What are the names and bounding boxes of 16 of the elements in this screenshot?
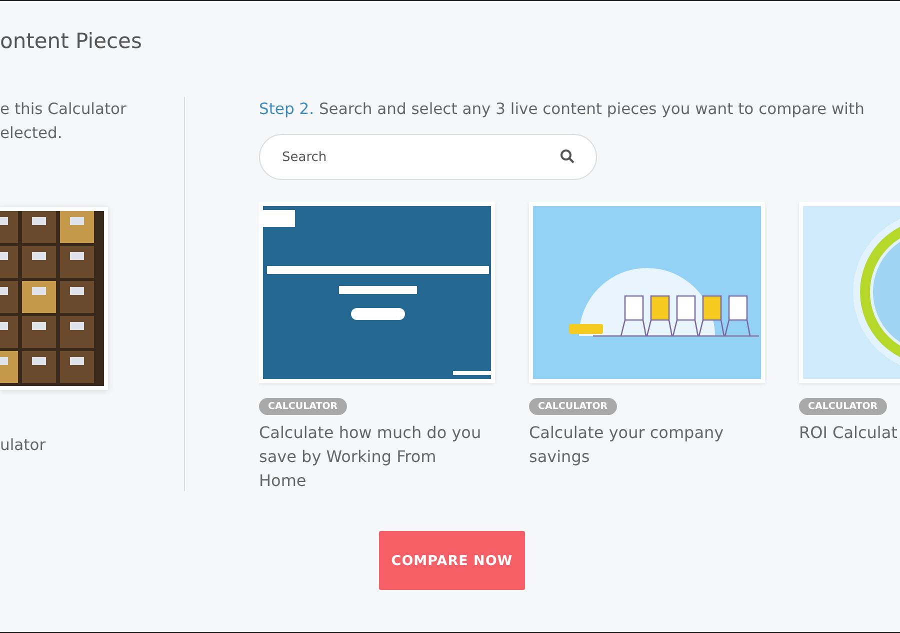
card-title: ulator [0, 436, 46, 454]
page-title: ontent Pieces [0, 29, 143, 55]
compare-button[interactable]: COMPARE NOW [379, 531, 525, 590]
search-field[interactable]: Search [259, 134, 597, 180]
card-title[interactable]: ROI Calculat [799, 421, 900, 445]
card-thumbnail[interactable] [259, 202, 495, 383]
category-tag: CALCULATOR [259, 398, 347, 415]
step-text: e this Calculator [0, 99, 126, 120]
category-tag: CALCULATOR [799, 398, 887, 415]
category-tag: CALCULATOR [529, 398, 617, 415]
card-title[interactable]: Calculate how much do you save by Working From Home [259, 421, 487, 493]
card-thumbnail[interactable] [529, 202, 765, 383]
step-text: Step 2. Search and select any 3 live content pieces you want to compare with [259, 99, 864, 120]
card-title[interactable]: Calculate your company savings [529, 421, 757, 469]
step-text: elected. [0, 123, 62, 144]
search-icon [560, 149, 575, 164]
